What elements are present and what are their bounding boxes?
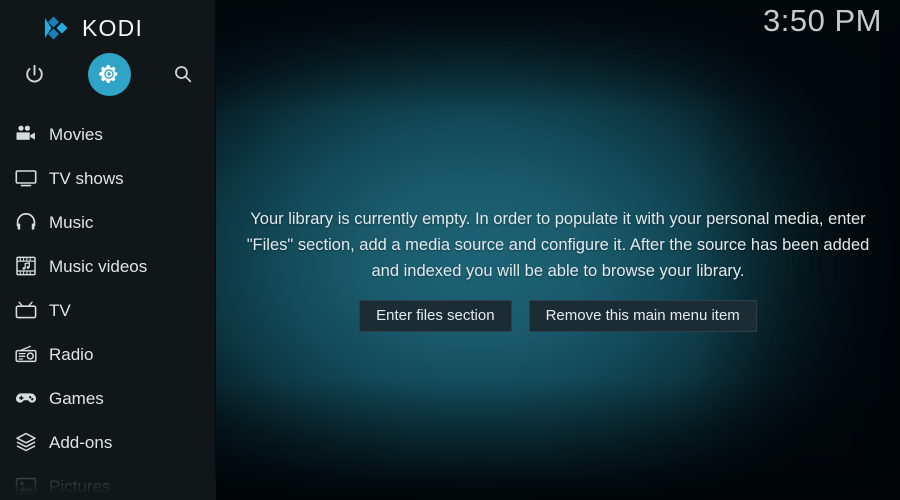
enter-files-section-button[interactable]: Enter files section <box>359 300 512 332</box>
sidebar-item-pictures[interactable]: Pictures <box>0 464 216 500</box>
empty-library-block: Your library is currently empty. In orde… <box>236 206 880 332</box>
brand-name: KODI <box>82 14 144 41</box>
sidebar-item-tv[interactable]: TV <box>0 288 216 332</box>
sidebar-item-add-ons[interactable]: Add-ons <box>0 420 216 464</box>
sidebar-item-movies[interactable]: Movies <box>0 112 216 156</box>
movie-camera-icon <box>13 121 39 147</box>
settings-button[interactable] <box>87 52 131 96</box>
remove-main-menu-item-button[interactable]: Remove this main menu item <box>528 300 757 332</box>
sidebar-item-games[interactable]: Games <box>0 376 216 420</box>
retro-tv-icon <box>13 297 39 323</box>
radio-icon <box>13 341 39 367</box>
kodi-logo-icon <box>40 13 70 43</box>
sidebar-item-label: Music videos <box>49 256 148 276</box>
sidebar-item-label: TV shows <box>49 168 124 188</box>
top-icon-bar <box>0 52 216 96</box>
main-menu: Movies TV shows Music Music videos TV Ra… <box>0 112 216 500</box>
gear-icon <box>99 65 118 83</box>
music-video-icon <box>13 253 39 279</box>
sidebar-item-label: Games <box>49 388 104 408</box>
search-icon <box>175 66 192 83</box>
main-content: Your library is currently empty. In orde… <box>216 0 900 500</box>
brand: KODI <box>40 12 143 44</box>
sidebar-item-label: Movies <box>49 124 103 144</box>
gamepad-icon <box>13 385 39 411</box>
sidebar-item-label: Pictures <box>49 476 111 496</box>
sidebar-item-label: Add-ons <box>49 432 113 452</box>
settings-active-circle <box>87 52 131 96</box>
kodi-window: KODI Movies TV shows Music Music videos … <box>0 0 900 500</box>
sidebar-item-label: Music <box>49 212 94 232</box>
sidebar: KODI Movies TV shows Music Music videos … <box>0 0 216 500</box>
empty-library-actions: Enter files section Remove this main men… <box>236 300 880 332</box>
addons-box-icon <box>13 429 39 455</box>
headphones-icon <box>13 209 39 235</box>
sidebar-item-label: TV <box>49 300 71 320</box>
search-button[interactable] <box>161 52 205 96</box>
sidebar-item-tv-shows[interactable]: TV shows <box>0 156 216 200</box>
sidebar-item-music-videos[interactable]: Music videos <box>0 244 216 288</box>
clock: 3:50 PM <box>763 3 882 38</box>
picture-frame-icon <box>13 473 39 499</box>
sidebar-item-label: Radio <box>49 344 94 364</box>
power-button[interactable] <box>12 52 56 96</box>
sidebar-item-radio[interactable]: Radio <box>0 332 216 376</box>
sidebar-item-music[interactable]: Music <box>0 200 216 244</box>
empty-library-message: Your library is currently empty. In orde… <box>246 210 870 280</box>
tv-monitor-icon <box>13 165 39 191</box>
